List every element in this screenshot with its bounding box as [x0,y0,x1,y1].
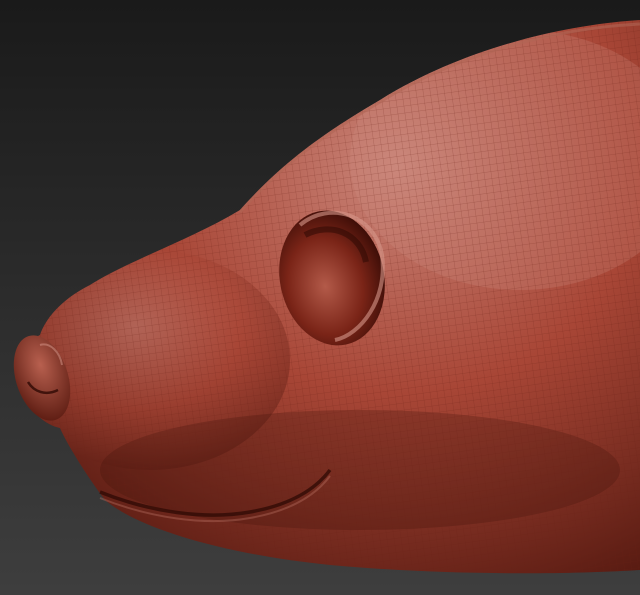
sculpted-animal-head-render [0,0,640,595]
sculpt-viewport[interactable] [0,0,640,595]
